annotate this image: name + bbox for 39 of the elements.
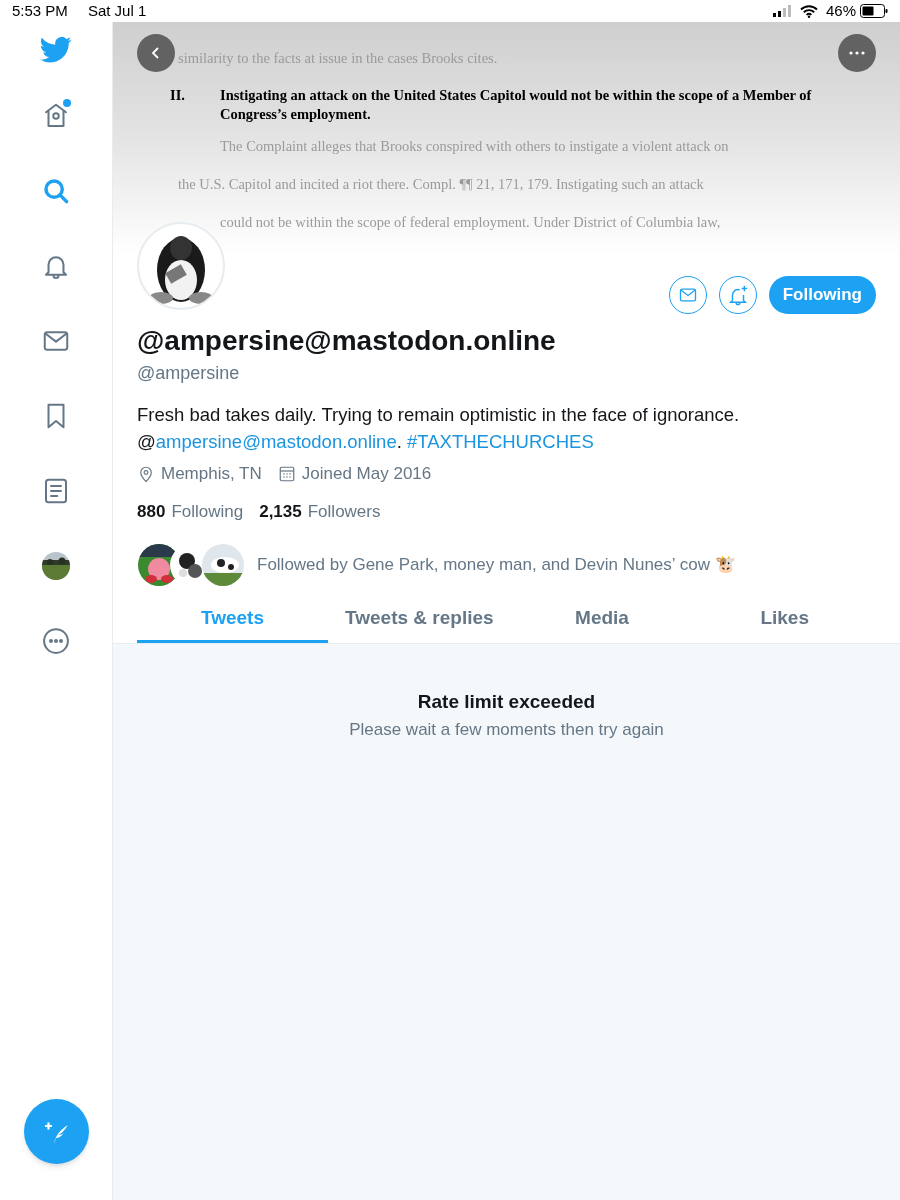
back-button[interactable] (137, 34, 175, 72)
status-date: Sat Jul 1 (87, 0, 147, 21)
more-icon[interactable] (41, 625, 71, 656)
profile-tab[interactable]: Media (510, 597, 694, 643)
battery-icon (860, 4, 888, 18)
document-text: The Complaint alleges that Brooks conspired with others to instigate a violent attack on (220, 137, 729, 157)
username: @ampersine (137, 362, 241, 385)
document-text: similarity to the facts at issue in the cases Brooks cites. (178, 49, 498, 69)
compose-button[interactable] (24, 1099, 89, 1164)
display-name: @ampersine@mastodon.online (137, 324, 557, 358)
bird-logo-icon[interactable] (40, 36, 72, 64)
profile-tab[interactable]: Tweets & replies (328, 597, 511, 643)
follow-count-link[interactable]: 2,135 Followers (259, 498, 381, 524)
wifi-icon (799, 4, 818, 18)
bell-plus-icon (726, 284, 749, 306)
signal-icon (771, 5, 792, 17)
message-button[interactable] (668, 276, 707, 314)
section-number: II. (170, 86, 186, 105)
following-button[interactable]: Following (768, 276, 876, 314)
more-icon (848, 51, 866, 55)
bio-text: Fresh bad takes daily. Trying to remain optimistic in the face of ignorance. @ampersine@mastodon.online. #TAXTHECHURCHES (137, 403, 741, 454)
mention-link[interactable]: ampersine@mastodon.online (155, 431, 397, 452)
error-message: Please wait a few moments then try again (349, 718, 664, 741)
error-title: Rate limit exceeded (417, 690, 596, 714)
document-text: the U.S. Capitol and incited a riot there. Compl. ¶¶ 21, 171, 179. Instigating such an attack (178, 175, 704, 195)
battery-percentage: 46% (825, 0, 856, 21)
followed-by-text: Followed by Gene Park, money man, and Devin Nunes’ cow 🐮 (257, 554, 736, 577)
hashtag-link[interactable]: #TAXTHECHURCHES (407, 431, 594, 452)
document-text: could not be within the scope of federal employment. Under District of Columbia law, (220, 213, 721, 233)
notify-button[interactable] (718, 276, 757, 314)
profile-tab[interactable]: Likes (693, 597, 876, 643)
location-pin-icon (137, 464, 155, 483)
location: Memphis, TN (161, 463, 262, 485)
join-date: Joined May 2016 (301, 463, 432, 485)
calendar-icon (277, 464, 296, 483)
document-heading: Instigating an attack on the United States Capitol would not be within the scope of a Member of Congress’s employment. (220, 86, 813, 124)
more-button[interactable] (838, 34, 876, 72)
status-time: 5:53 PM (12, 0, 68, 21)
follow-count-link[interactable]: 880 Following (137, 498, 244, 524)
